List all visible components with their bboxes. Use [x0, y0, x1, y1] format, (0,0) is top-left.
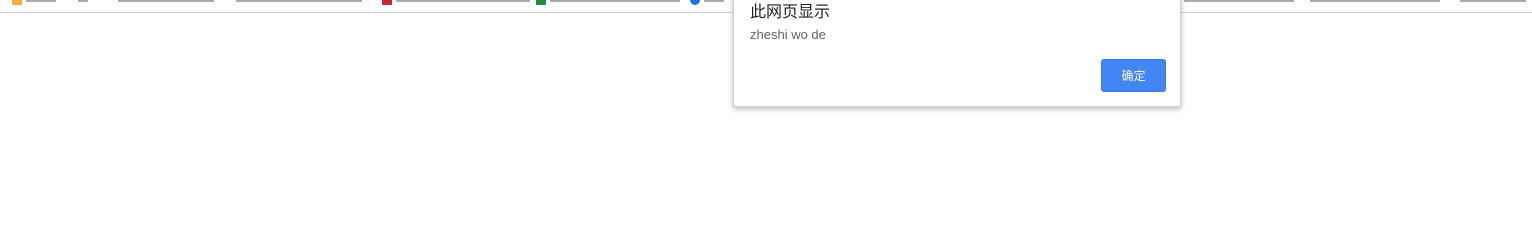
- red-bookmark-icon: [382, 0, 392, 5]
- bookmark-item[interactable]: [690, 0, 724, 5]
- bookmark-item[interactable]: [382, 0, 530, 5]
- browser-viewport: 此网页显示 zheshi wo de 确定: [0, 0, 1532, 251]
- bookmark-item[interactable]: [1460, 0, 1526, 5]
- bookmark-label: [1460, 0, 1526, 2]
- bookmark-label: [26, 0, 56, 2]
- bookmark-label: [236, 0, 362, 2]
- green-bookmark-icon: [536, 0, 546, 5]
- bookmark-item[interactable]: [118, 0, 214, 5]
- bookmark-label: [550, 0, 680, 2]
- bookmark-label: [78, 0, 88, 2]
- globe-icon: [690, 0, 700, 5]
- bookmark-label: [704, 0, 724, 2]
- alert-dialog: 此网页显示 zheshi wo de 确定: [733, 0, 1181, 107]
- bookmark-item[interactable]: [1184, 0, 1294, 5]
- bookmark-label: [1310, 0, 1440, 2]
- bookmark-item[interactable]: [536, 0, 680, 5]
- bookmark-item[interactable]: [236, 0, 362, 5]
- bookmark-item[interactable]: [78, 0, 88, 5]
- bookmark-label: [1184, 0, 1294, 2]
- bookmark-label: [396, 0, 530, 2]
- dialog-message: zheshi wo de: [750, 27, 826, 42]
- dialog-title: 此网页显示: [750, 2, 831, 21]
- bookmark-label: [118, 0, 214, 2]
- ok-button[interactable]: 确定: [1101, 59, 1166, 92]
- bookmark-item[interactable]: [1310, 0, 1440, 5]
- folder-icon: [12, 0, 22, 5]
- bookmark-item[interactable]: [12, 0, 56, 5]
